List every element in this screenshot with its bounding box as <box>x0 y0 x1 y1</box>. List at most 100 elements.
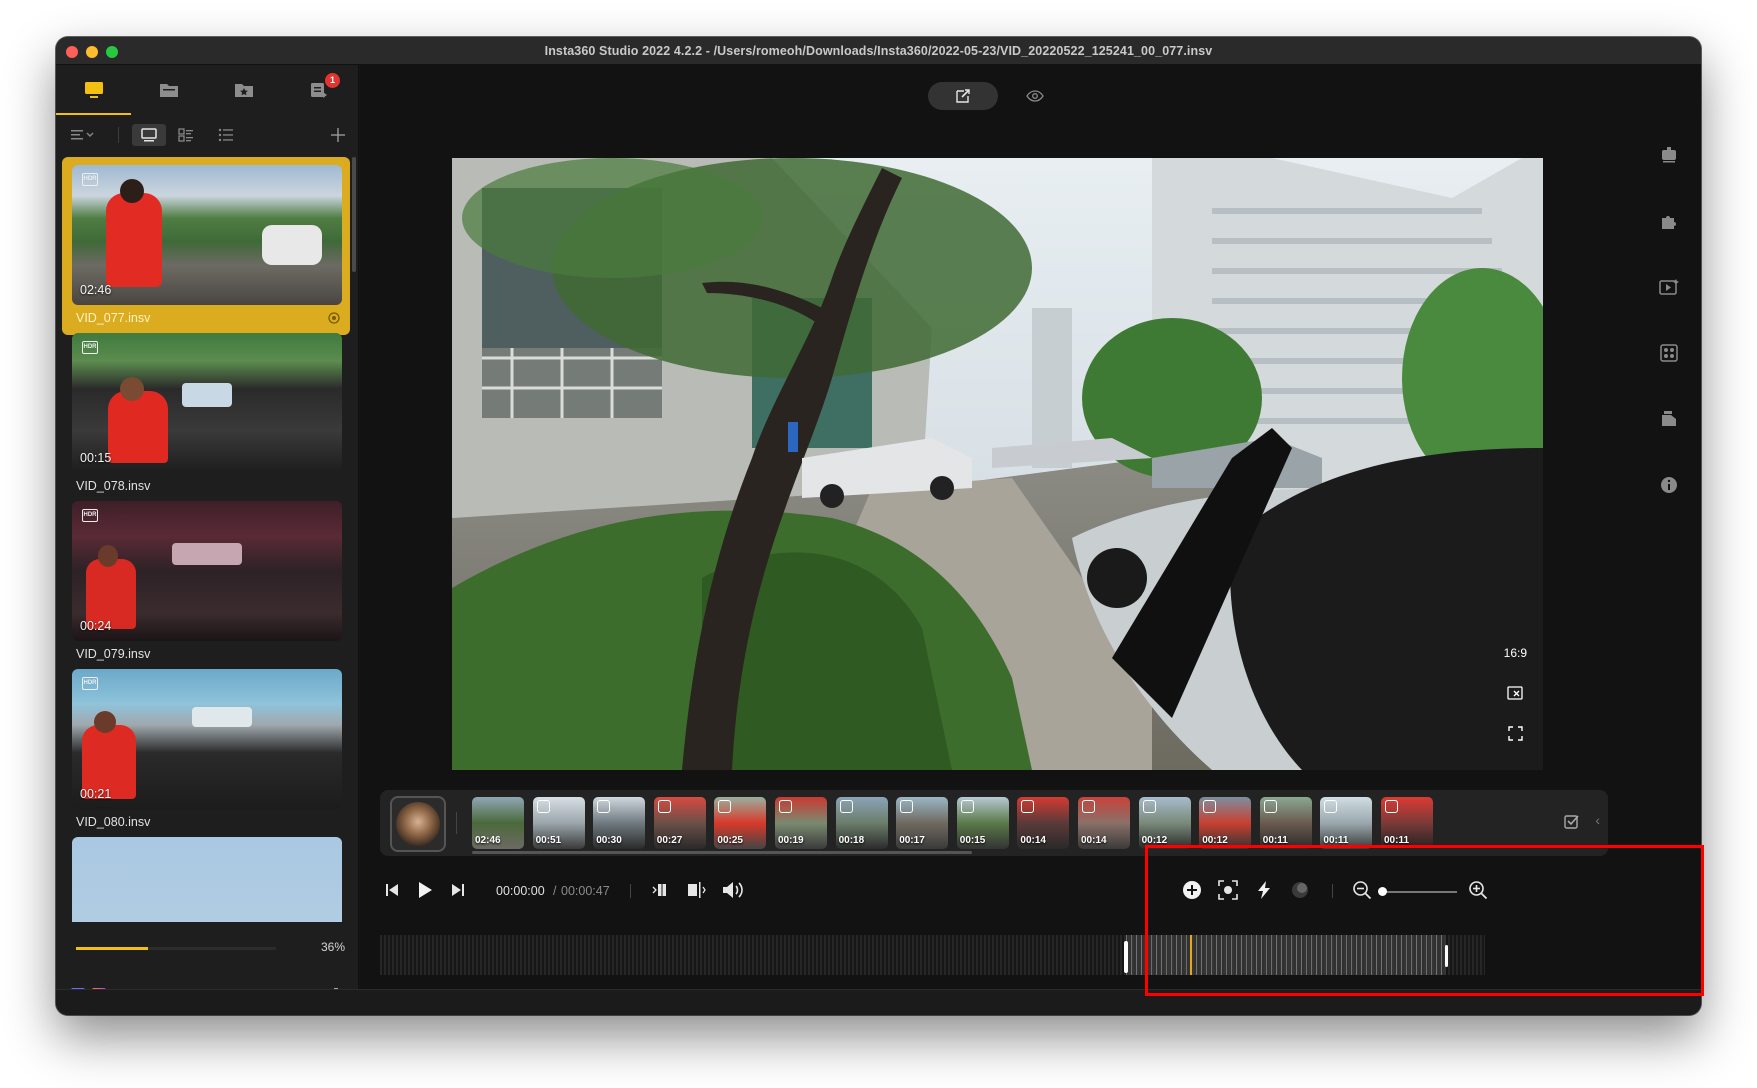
video-camera-icon <box>1662 147 1676 163</box>
zoom-out-button[interactable] <box>1350 878 1374 902</box>
zoom-slider[interactable] <box>1382 891 1457 893</box>
add-circle-icon <box>1183 881 1201 899</box>
zoom-slider-knob[interactable] <box>1378 887 1387 896</box>
view-list-button[interactable] <box>214 124 238 146</box>
tab-preview[interactable] <box>56 65 131 115</box>
clip-thumbnail[interactable]: 00:30 <box>593 797 646 849</box>
file-card-078[interactable]: HDR 00:15 VID_078.insv <box>62 325 350 503</box>
tool-sd-card[interactable] <box>1649 399 1689 439</box>
deep-track-button[interactable] <box>1216 878 1240 902</box>
clip-type-icon <box>1203 800 1217 813</box>
tool-clip-effects[interactable] <box>1649 267 1689 307</box>
split-button[interactable] <box>650 878 674 902</box>
skip-start-button[interactable] <box>380 878 404 902</box>
view-toolbar <box>56 115 359 155</box>
hdr-badge-icon: HDR <box>82 677 98 690</box>
add-keyframe-button[interactable] <box>1180 878 1204 902</box>
clip-type-icon <box>839 800 853 813</box>
adjust-panel-icon <box>1660 344 1678 362</box>
file-card-077[interactable]: HDR 02:46 VID_077.insv <box>62 157 350 335</box>
fullscreen-icon[interactable] <box>1508 726 1523 741</box>
thumb-person-red <box>108 391 168 463</box>
clip-thumbnail[interactable]: 00:11 <box>1381 797 1433 849</box>
trim-start-handle[interactable] <box>1124 941 1128 973</box>
trim-end-handle[interactable] <box>1445 945 1448 967</box>
clip-thumbnail[interactable]: 02:46 <box>472 797 524 849</box>
clip-thumbnail[interactable]: 00:51 <box>532 797 585 849</box>
timeline[interactable] <box>380 935 1485 975</box>
speed-button[interactable] <box>1252 878 1276 902</box>
progress-fill <box>76 947 148 950</box>
file-card-partial[interactable] <box>62 829 350 922</box>
clip-type-icon <box>1082 800 1095 813</box>
tab-files[interactable] <box>131 65 206 115</box>
clip-thumbnail[interactable]: 00:11 <box>1320 797 1373 849</box>
sidebar-scrollbar[interactable] <box>352 157 356 272</box>
clip-thumbnail[interactable]: 00:14 <box>1078 797 1130 849</box>
skip-end-button[interactable] <box>446 878 470 902</box>
play-icon <box>419 882 432 898</box>
clip-thumbnail[interactable]: 00:15 <box>956 797 1009 849</box>
notification-badge: 1 <box>325 73 340 88</box>
tool-camera[interactable] <box>1649 135 1689 175</box>
large-thumbnail-icon <box>141 128 157 142</box>
sort-icon <box>71 130 94 140</box>
tool-plugins[interactable] <box>1649 201 1689 241</box>
reframe-icon[interactable] <box>1507 686 1523 700</box>
clip-thumbnail[interactable]: 00:19 <box>775 797 827 849</box>
clip-thumbnail[interactable]: 00:18 <box>835 797 888 849</box>
skip-back-icon <box>386 884 398 896</box>
sphere-view-button[interactable] <box>390 796 446 852</box>
clip-duration: 00:27 <box>656 835 683 846</box>
playhead[interactable] <box>1190 935 1192 975</box>
clip-type-icon <box>779 800 792 813</box>
divider <box>456 812 457 834</box>
file-thumbnail: HDR 02:46 <box>72 165 342 305</box>
edit-mode-button[interactable] <box>928 82 998 110</box>
clip-thumbnail[interactable]: 00:25 <box>714 797 767 849</box>
thumb-person-red <box>106 193 162 287</box>
add-file-button[interactable] <box>326 124 350 146</box>
volume-button[interactable] <box>720 878 746 902</box>
play-button[interactable] <box>412 878 438 902</box>
preview-mode-button[interactable] <box>1024 85 1046 107</box>
clip-thumbnail[interactable]: 00:12 <box>1138 797 1191 849</box>
clip-type-icon <box>1385 800 1398 813</box>
clip-thumbnail[interactable]: 00:14 <box>1017 797 1070 849</box>
view-large-button[interactable] <box>132 124 166 146</box>
aspect-ratio-label[interactable]: 16:9 <box>1504 646 1527 660</box>
clip-duration: 00:12 <box>1202 835 1228 846</box>
clip-thumbnail[interactable]: 00:11 <box>1259 797 1312 849</box>
tool-info[interactable] <box>1649 465 1689 505</box>
tab-favorites[interactable] <box>206 65 281 115</box>
plus-icon <box>331 128 345 142</box>
trim-button[interactable] <box>684 878 708 902</box>
file-card-079[interactable]: HDR 00:24 VID_079.insv <box>62 493 350 671</box>
list-icon <box>218 128 233 142</box>
zoom-in-button[interactable] <box>1466 878 1490 902</box>
sort-button[interactable] <box>68 124 100 146</box>
tab-export-queue[interactable]: 1 <box>281 65 356 115</box>
main-area: 16:9 02:46 00:51 00:30 00:27 00:25 00:19… <box>360 65 1701 989</box>
file-card-080[interactable]: HDR 00:21 VID_080.insv <box>62 661 350 839</box>
clip-duration: 02:46 <box>475 835 501 846</box>
video-preview[interactable]: 16:9 <box>452 158 1543 770</box>
sidebar-tabs: 1 <box>56 65 359 115</box>
clip-thumbnail[interactable]: 00:12 <box>1199 797 1252 849</box>
clip-duration: 00:11 <box>1262 835 1288 846</box>
select-all-icon[interactable] <box>1564 813 1580 829</box>
record-button[interactable] <box>1288 878 1312 902</box>
info-icon <box>1661 477 1677 493</box>
strip-scrollbar[interactable] <box>472 851 972 854</box>
clip-thumbnail[interactable]: 00:17 <box>896 797 949 849</box>
view-grid-button[interactable] <box>174 124 198 146</box>
tool-adjust[interactable] <box>1649 333 1689 373</box>
video-effect-icon <box>1659 279 1679 295</box>
clip-duration: 00:11 <box>1384 835 1410 846</box>
file-name: VID_078.insv <box>76 479 151 493</box>
clip-thumbnail[interactable]: 00:27 <box>653 797 706 849</box>
star-folder-icon <box>234 84 253 97</box>
clip-duration: 00:25 <box>717 835 743 846</box>
collapse-strip-button[interactable]: ‹ <box>1595 812 1600 828</box>
thumb-head <box>94 711 116 733</box>
